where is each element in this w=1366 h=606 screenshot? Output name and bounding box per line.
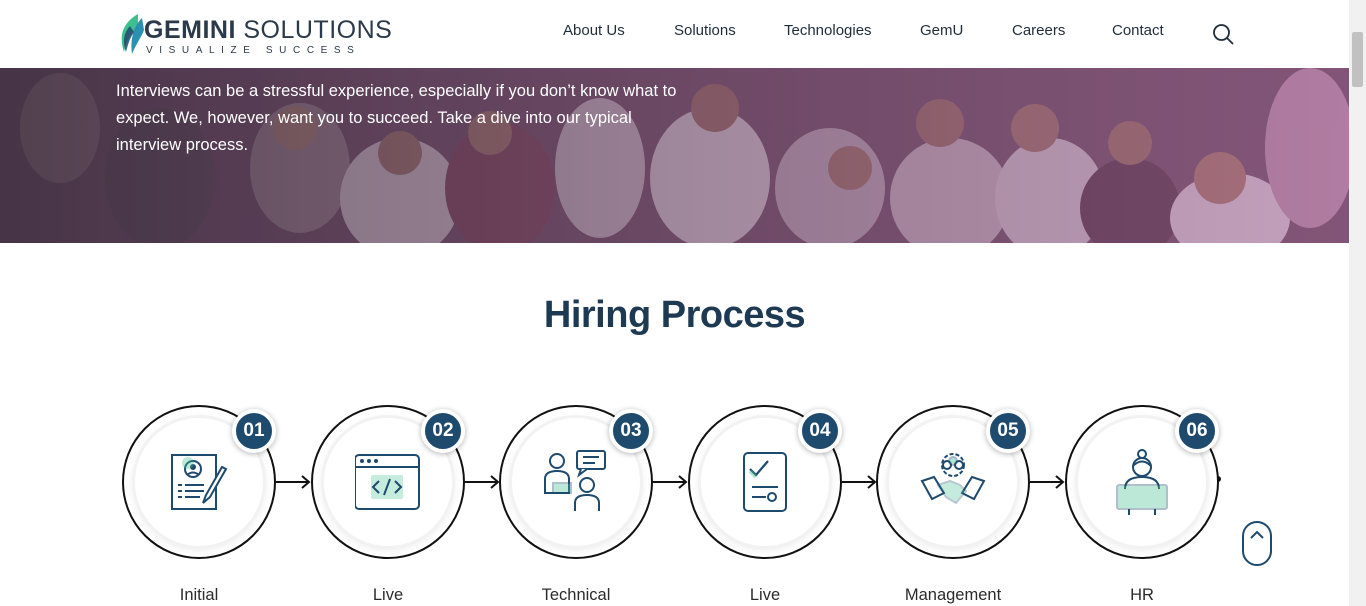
step-label: Live: [749, 586, 781, 604]
hiring-steps: 01 Initial 02 Live 03 Technical 04 Live …: [0, 395, 1349, 606]
page: GEMINI SOLUTIONS VISUALIZE SUCCESS About…: [0, 0, 1366, 606]
hero-banner: Interviews can be a stressful experience…: [0, 68, 1349, 243]
resume-icon: [171, 454, 228, 510]
step-number-badge: 06: [1175, 409, 1219, 453]
step-3: 03 Technical: [499, 405, 653, 606]
hero-description: Interviews can be a stressful experience…: [116, 82, 677, 154]
interview-icon: [544, 450, 606, 511]
step-6: 06 HR: [1065, 405, 1219, 606]
code-window-icon: [355, 454, 420, 510]
hr-icon: [1116, 449, 1168, 515]
step-label: HR: [1130, 586, 1154, 604]
step-number-badge: 04: [798, 409, 842, 453]
step-4: 04 Live: [688, 405, 842, 606]
nav-gemu[interactable]: GemU: [920, 22, 963, 39]
step-number-badge: 05: [986, 409, 1030, 453]
nav-about-us[interactable]: About Us: [563, 22, 625, 39]
checklist-icon: [743, 452, 787, 512]
step-5: 05 Management: [876, 405, 1030, 606]
step-label: Management: [904, 586, 1002, 604]
nav-careers[interactable]: Careers: [1012, 22, 1065, 39]
search-icon[interactable]: [1212, 23, 1234, 45]
scrollbar-thumb[interactable]: [1352, 32, 1363, 87]
step-label: Live: [372, 586, 404, 604]
nav-technologies[interactable]: Technologies: [784, 22, 872, 39]
step-label: Technical: [541, 586, 611, 604]
chevron-up-icon: [1250, 530, 1264, 539]
step-number-badge: 03: [609, 409, 653, 453]
step-label: Initial: [179, 586, 219, 604]
brand-tagline: VISUALIZE SUCCESS: [146, 45, 361, 56]
step-2: 02 Live: [311, 405, 465, 606]
step-number-badge: 02: [421, 409, 465, 453]
main-nav: About Us Solutions Technologies GemU Car…: [0, 22, 1349, 46]
nav-solutions[interactable]: Solutions: [674, 22, 736, 39]
handshake-icon: [920, 453, 986, 505]
section-title: Hiring Process: [543, 294, 806, 336]
nav-contact[interactable]: Contact: [1112, 22, 1164, 39]
scroll-top-button[interactable]: [1242, 521, 1272, 566]
step-1: 01 Initial: [122, 405, 276, 606]
page-scrollbar[interactable]: [1349, 0, 1366, 606]
site-header: GEMINI SOLUTIONS VISUALIZE SUCCESS About…: [0, 0, 1349, 68]
step-number-badge: 01: [232, 409, 276, 453]
